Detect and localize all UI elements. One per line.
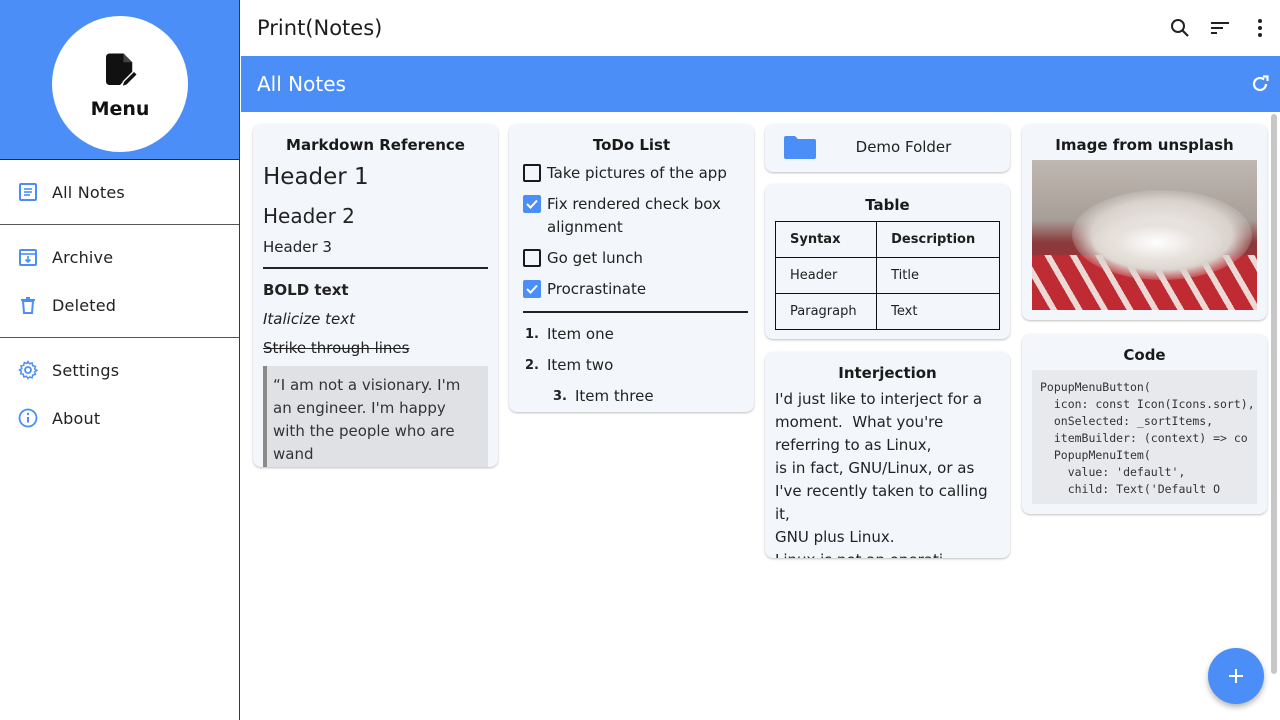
edit-note-icon <box>106 53 139 88</box>
menu-label: Menu <box>90 98 150 120</box>
table-cell: Title <box>876 257 1000 294</box>
sidebar-item-about[interactable]: About <box>0 394 239 442</box>
table-header: Description <box>876 221 1000 258</box>
note-icon <box>18 182 38 202</box>
table-cell: Header <box>774 257 878 294</box>
notes-grid: Markdown Reference Header 1 Header 2 Hea… <box>241 112 1280 720</box>
table-row: Header Title <box>774 257 1000 294</box>
todo-text: Procrastinate <box>547 280 647 298</box>
bold-text: BOLD text <box>263 281 349 299</box>
note-body: I'd just like to interject for a moment.… <box>775 390 988 558</box>
sidebar-item-label: Deleted <box>52 295 117 315</box>
markdown-table: Syntax Description Header Title Paragrap… <box>774 221 1000 330</box>
markdown-header-3: Header 3 <box>263 238 332 256</box>
sidebar-item-archive[interactable]: Archive <box>0 233 239 281</box>
table-cell: Paragraph <box>774 293 878 330</box>
list-number: 3. <box>553 389 567 404</box>
todo-item: Go get lunch <box>523 247 744 270</box>
menu-avatar[interactable]: Menu <box>52 16 188 152</box>
code-block: PopupMenuButton( icon: const Icon(Icons.… <box>1032 370 1257 504</box>
folder-card[interactable]: Demo Folder <box>765 124 1010 172</box>
scrollbar[interactable] <box>1271 114 1277 674</box>
strike-text: Strike through lines <box>263 339 410 357</box>
list-number: 2. <box>525 358 539 373</box>
divider <box>263 267 488 269</box>
more-vert-icon <box>1258 19 1262 37</box>
more-options-button[interactable] <box>1240 8 1280 48</box>
section-title: All Notes <box>257 72 346 96</box>
refresh-icon <box>1252 75 1269 92</box>
sort-button[interactable] <box>1200 8 1240 48</box>
folder-icon <box>784 136 816 159</box>
note-card-interjection[interactable]: Interjection I'd just like to interject … <box>765 352 1010 558</box>
italic-text: Italicize text <box>263 310 355 328</box>
todo-text: Go get lunch <box>547 249 643 267</box>
note-title: Table <box>865 196 910 214</box>
drawer-header: Menu <box>0 0 239 160</box>
note-card-code[interactable]: Code PopupMenuButton( icon: const Icon(I… <box>1022 334 1267 514</box>
note-title: Interjection <box>838 364 937 382</box>
navigation-drawer: Menu All Notes Archive Deleted Settings … <box>0 0 240 720</box>
list-text: Item one <box>547 325 614 343</box>
todo-item: Procrastinate <box>523 278 744 301</box>
search-button[interactable] <box>1160 8 1200 48</box>
folder-name: Demo Folder <box>855 138 952 156</box>
divider <box>523 311 748 313</box>
archive-icon <box>18 247 38 267</box>
search-icon <box>1171 19 1189 37</box>
table-header: Syntax <box>774 221 878 258</box>
trash-icon <box>18 295 38 315</box>
app-title: Print(Notes) <box>257 16 383 40</box>
note-title: ToDo List <box>592 136 671 154</box>
checkbox-unchecked[interactable] <box>523 164 541 182</box>
sidebar-item-all-notes[interactable]: All Notes <box>0 168 239 216</box>
note-title: Code <box>1123 346 1166 364</box>
table-cell: Text <box>876 293 1000 330</box>
check-icon <box>526 199 538 209</box>
sort-icon <box>1211 22 1229 34</box>
markdown-header-2: Header 2 <box>263 204 355 228</box>
note-card-todo[interactable]: ToDo List Take pictures of the app Fix r… <box>509 124 754 412</box>
note-title: Markdown Reference <box>286 136 465 154</box>
section-bar: All Notes <box>241 56 1280 112</box>
ordered-list-item: 3. Item three <box>523 385 744 408</box>
checkbox-checked[interactable] <box>523 195 541 213</box>
markdown-header-1: Header 1 <box>263 164 369 190</box>
add-icon <box>1229 669 1243 683</box>
note-title: Image from unsplash <box>1055 136 1234 154</box>
note-card-table[interactable]: Table Syntax Description Header Title Pa… <box>765 184 1010 339</box>
cat-photo <box>1032 160 1257 310</box>
sidebar-item-settings[interactable]: Settings <box>0 346 239 394</box>
app-bar: Print(Notes) <box>241 0 1280 56</box>
sidebar-item-label: Settings <box>52 360 120 380</box>
gear-icon <box>18 360 38 380</box>
todo-item: Take pictures of the app <box>523 162 744 185</box>
sidebar-item-label: About <box>52 408 101 428</box>
list-number: 1. <box>525 327 539 342</box>
table-row: Paragraph Text <box>774 293 1000 330</box>
ordered-list-item: 2. Item two <box>523 354 744 377</box>
note-card-markdown[interactable]: Markdown Reference Header 1 Header 2 Hea… <box>253 124 498 467</box>
todo-text: Fix rendered check box alignment <box>547 195 721 236</box>
list-text: Item two <box>547 356 614 374</box>
ordered-list-item: 1. Item one <box>523 323 744 346</box>
checkbox-checked[interactable] <box>523 280 541 298</box>
sidebar-item-deleted[interactable]: Deleted <box>0 281 239 329</box>
refresh-button[interactable] <box>1240 64 1280 104</box>
sidebar-item-label: All Notes <box>52 182 125 202</box>
sidebar-item-label: Archive <box>52 247 114 267</box>
check-icon <box>526 284 538 294</box>
blockquote: “I am not a visionary. I'm an engineer. … <box>263 366 488 467</box>
todo-text: Take pictures of the app <box>547 164 727 182</box>
info-icon <box>18 408 38 428</box>
add-note-button[interactable] <box>1208 648 1264 704</box>
note-card-image[interactable]: Image from unsplash <box>1022 124 1267 320</box>
todo-item: Fix rendered check box alignment <box>523 193 744 239</box>
checkbox-unchecked[interactable] <box>523 249 541 267</box>
list-text: Item three <box>575 387 654 405</box>
